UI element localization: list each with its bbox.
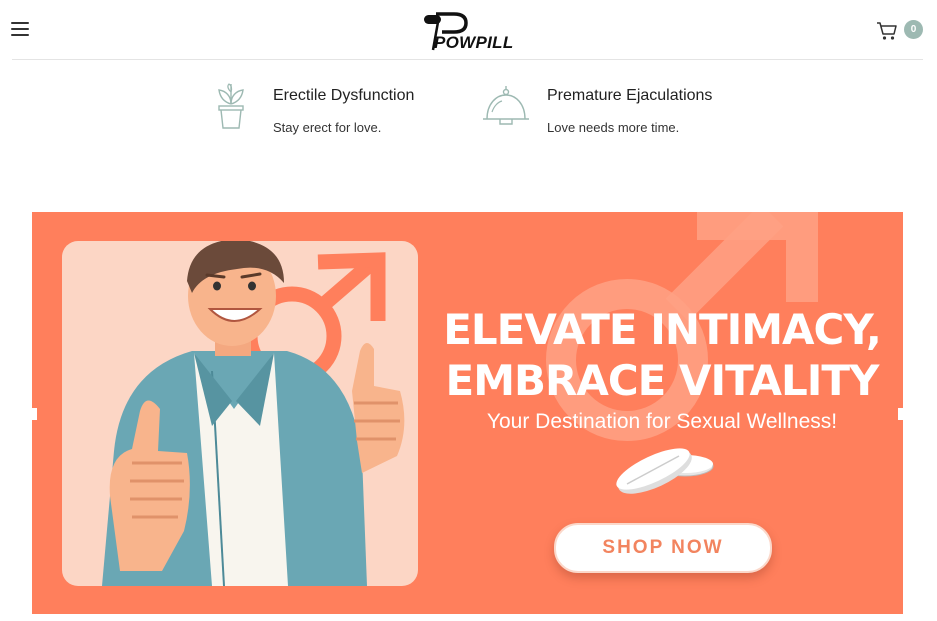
brand-logo[interactable]: POWPILL (420, 4, 530, 56)
cart-icon (877, 22, 897, 40)
brand-name: POWPILL (434, 33, 514, 52)
hero-illustration (62, 241, 418, 586)
hero-tagline: Your Destination for Sexual Wellness! (486, 410, 838, 433)
feature-premature-ejaculations[interactable]: Premature Ejaculations Love needs more t… (482, 82, 722, 142)
slider-prev-arrow-icon[interactable] (32, 408, 37, 420)
plant-pot-icon (218, 83, 244, 129)
cart-count-badge: 0 (904, 20, 923, 39)
hamburger-menu-icon[interactable] (11, 20, 31, 38)
feature-description: Love needs more time. (547, 120, 680, 135)
smiling-man-thumbs-up-illustration (102, 241, 405, 586)
slider-next-arrow-icon[interactable] (898, 408, 903, 420)
headline-line-1: ELEVATE INTIMACY, (443, 305, 882, 354)
site-header: POWPILL 0 (0, 0, 937, 60)
feature-description: Stay erect for love. (273, 120, 382, 135)
header-divider (12, 59, 923, 60)
cloche-icon (483, 86, 529, 125)
pills-icon (616, 448, 714, 494)
shop-now-button[interactable]: SHOP NOW (554, 523, 772, 573)
cart-button[interactable]: 0 (874, 18, 926, 42)
hero-headline: ELEVATE INTIMACY, EMBRACE VITALITY (442, 304, 882, 406)
feature-erectile-dysfunction[interactable]: Erectile Dysfunction Stay erect for love… (215, 82, 435, 142)
feature-title: Erectile Dysfunction (273, 87, 415, 104)
feature-title: Premature Ejaculations (547, 87, 713, 104)
headline-line-2: EMBRACE VITALITY (445, 356, 880, 405)
hero-banner[interactable]: ELEVATE INTIMACY, EMBRACE VITALITY Your … (32, 212, 903, 614)
